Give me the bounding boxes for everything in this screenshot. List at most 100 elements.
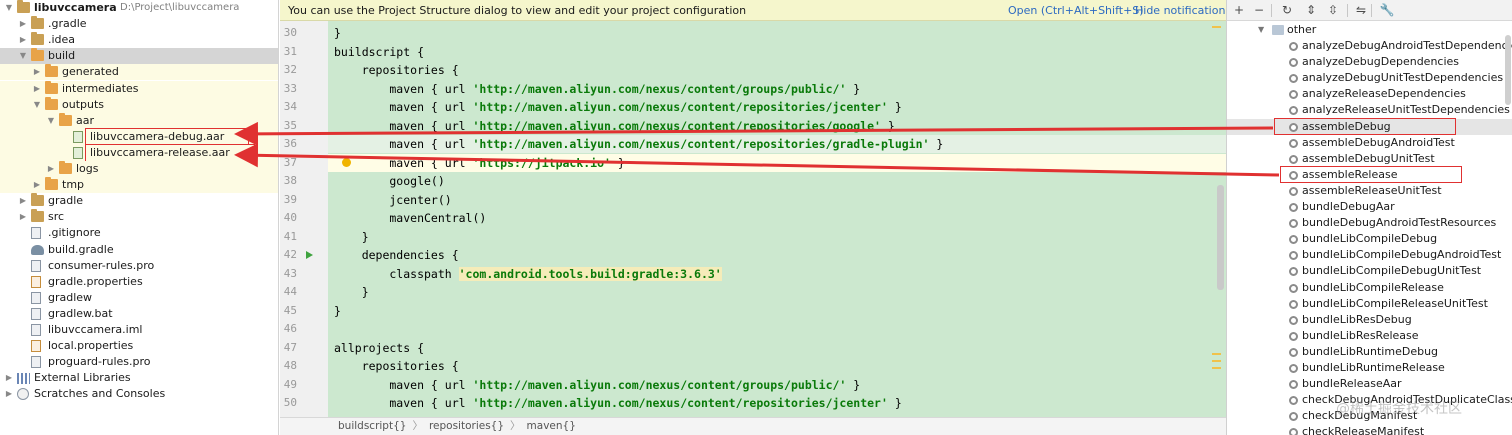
chevron-right-icon[interactable]: ▶ [46,161,56,177]
gradle-task-bundleLibRuntimeDebug[interactable]: bundleLibRuntimeDebug [1227,344,1512,360]
gradle-task-bundleLibCompileDebug[interactable]: bundleLibCompileDebug [1227,231,1512,247]
chevron-down-icon[interactable]: ▼ [18,48,28,64]
collapse-all-icon[interactable]: ⇳ [1325,2,1341,18]
gradle-task-bundleDebugAar[interactable]: bundleDebugAar [1227,199,1512,215]
tree-item-outputs[interactable]: ▼ outputs [0,96,278,113]
gradle-task-bundleLibCompileDebugAndroidTest[interactable]: bundleLibCompileDebugAndroidTest [1227,247,1512,263]
tree-item-external-libraries[interactable]: ▶ External Libraries [0,370,278,386]
tree-item-aar[interactable]: ▼ aar [0,112,278,129]
tree-item-gradlew-bat[interactable]: gradlew.bat [0,306,278,322]
chevron-right-icon[interactable]: ▶ [18,16,28,32]
code-line[interactable]: jcenter() [328,191,1226,209]
gradle-task-bundleLibRuntimeRelease[interactable]: bundleLibRuntimeRelease [1227,360,1512,376]
chevron-right-icon[interactable]: ▶ [18,193,28,209]
chevron-right-icon[interactable]: ▶ [32,81,42,97]
gradle-task-assembleReleaseUnitTest[interactable]: assembleReleaseUnitTest [1227,183,1512,199]
remove-icon[interactable]: − [1251,2,1267,18]
code-line[interactable]: classpath 'com.android.tools.build:gradl… [328,265,1226,283]
refresh-icon[interactable]: ↻ [1279,2,1295,18]
chevron-right-icon[interactable]: ▶ [18,209,28,225]
code-line[interactable]: } [328,228,1226,246]
code-line[interactable]: buildscript { [328,43,1226,61]
open-project-structure-link[interactable]: Open (Ctrl+Alt+Shift+S) [1008,0,1144,21]
chevron-right-icon[interactable]: ▶ [4,386,14,402]
tree-item-idea[interactable]: ▶ .idea [0,32,278,48]
error-stripe-marker[interactable] [1212,353,1221,355]
chevron-down-icon[interactable]: ▼ [46,113,56,129]
tree-item-logs[interactable]: ▶ logs [0,161,278,177]
code-line[interactable]: dependencies { [328,246,1226,264]
code-line[interactable]: maven { url 'http://maven.aliyun.com/nex… [328,80,1226,98]
tree-item-tmp[interactable]: ▶ tmp [0,177,278,194]
editor-scrollbar[interactable] [1217,185,1224,290]
gradle-task-bundleLibResDebug[interactable]: bundleLibResDebug [1227,312,1512,328]
add-icon[interactable]: + [1231,2,1247,18]
hide-notification-link[interactable]: Hide notification [1135,0,1225,21]
breadcrumb-item[interactable]: maven{} [527,418,576,435]
tree-item-build[interactable]: ▼ build [0,48,278,65]
gradle-task-analyzeReleaseDependencies[interactable]: analyzeReleaseDependencies [1227,86,1512,102]
chevron-right-icon[interactable]: ▶ [32,64,42,80]
chevron-down-icon[interactable]: ▼ [4,0,14,16]
tree-item-libuvccamera-debug-aar[interactable]: libuvccamera-debug.aar [0,127,278,146]
lightbulb-icon[interactable] [342,157,351,167]
tree-item-build-gradle[interactable]: build.gradle [0,242,278,258]
chevron-right-icon[interactable]: ▶ [4,370,14,386]
gradle-task-assembleDebug[interactable]: assembleDebug [1227,117,1512,135]
tree-item-gradlew[interactable]: gradlew [0,290,278,306]
editor-gutter[interactable]: 30 31 32 33 34 35 36 37 38 39 40 41 42 43 44 45 46 47 48 49… [280,21,328,417]
gradle-task-assembleRelease[interactable]: assembleRelease [1227,165,1512,183]
gradle-task-analyzeDebugUnitTestDependencies[interactable]: analyzeDebugUnitTestDependencies [1227,70,1512,86]
tree-item-intermediates[interactable]: ▶ intermediates [0,80,278,97]
gradle-task-bundleDebugAndroidTestResources[interactable]: bundleDebugAndroidTestResources [1227,215,1512,231]
error-stripe-marker[interactable] [1212,360,1221,362]
tree-item-libuvccamera[interactable]: ▼ libuvccamera D:\Project\libuvccamera [0,0,278,16]
tree-item-gradle[interactable]: ▶ .gradle [0,16,278,32]
gradle-task-bundleLibCompileReleaseUnitTest[interactable]: bundleLibCompileReleaseUnitTest [1227,296,1512,312]
chevron-down-icon[interactable]: ▼ [32,97,42,113]
tree-item-gitignore[interactable]: .gitignore [0,225,278,241]
gradle-task-bundleReleaseAar[interactable]: bundleReleaseAar [1227,376,1512,392]
tree-item-gradle[interactable]: ▶ gradle [0,193,278,209]
chevron-right-icon[interactable]: ▶ [18,32,28,48]
run-gutter-icon[interactable] [306,251,313,259]
code-line[interactable]: maven { url 'http://maven.aliyun.com/nex… [328,98,1226,116]
code-line[interactable]: repositories { [328,61,1226,79]
tree-item-consumer-rules-pro[interactable]: consumer-rules.pro [0,258,278,274]
tree-item-proguard-rules-pro[interactable]: proguard-rules.pro [0,354,278,370]
code-line[interactable]: maven { url 'http://maven.aliyun.com/nex… [328,394,1226,412]
gradle-task-bundleLibCompileRelease[interactable]: bundleLibCompileRelease [1227,280,1512,296]
gradle-scrollbar[interactable] [1505,35,1511,105]
gradle-group-other[interactable]: ▼ other [1227,22,1512,38]
breadcrumb-item[interactable]: buildscript{} [338,418,406,435]
tree-item-libuvccamera-iml[interactable]: libuvccamera.iml [0,322,278,338]
code-line[interactable]: mavenCentral() [328,209,1226,227]
code-line[interactable]: google() [328,172,1226,190]
gradle-task-bundleLibResRelease[interactable]: bundleLibResRelease [1227,328,1512,344]
chevron-right-icon[interactable]: ▶ [32,177,42,193]
code-area[interactable]: } buildscript { repositories { maven { ur… [328,21,1226,417]
code-line[interactable]: } [328,283,1226,301]
code-line[interactable]: maven { url 'http://maven.aliyun.com/nex… [328,135,1226,153]
tree-item-libuvccamera-release-aar[interactable]: libuvccamera-release.aar [0,143,278,162]
tree-item-gradle-properties[interactable]: gradle.properties [0,274,278,290]
code-line[interactable]: maven { url 'http://maven.aliyun.com/nex… [328,117,1226,135]
code-line[interactable]: maven { url 'https://jitpack.io' } [328,153,1226,172]
code-line[interactable] [328,320,1226,338]
gradle-task-analyzeReleaseUnitTestDependencies[interactable]: analyzeReleaseUnitTestDependencies [1227,102,1512,118]
chevron-down-icon[interactable]: ▼ [1258,22,1264,38]
breadcrumb-item[interactable]: repositories{} [429,418,504,435]
gradle-task-analyzeDebugAndroidTestDependencies[interactable]: analyzeDebugAndroidTestDependencies [1227,38,1512,54]
error-stripe-marker[interactable] [1212,367,1221,369]
code-line[interactable]: } [328,24,1226,42]
error-stripe-marker[interactable] [1212,26,1221,28]
wrench-icon[interactable]: 🔧 [1379,2,1395,18]
expand-all-icon[interactable]: ⇕ [1303,2,1319,18]
code-editor[interactable]: You can use the Project Structure dialog… [280,0,1226,435]
code-line[interactable]: maven { url 'http://maven.aliyun.com/nex… [328,376,1226,394]
toggle-offline-icon[interactable]: ⇋ [1353,2,1369,18]
gradle-task-assembleDebugUnitTest[interactable]: assembleDebugUnitTest [1227,151,1512,167]
code-line[interactable]: } [328,302,1226,320]
tree-item-generated[interactable]: ▶ generated [0,64,278,81]
gradle-task-assembleDebugAndroidTest[interactable]: assembleDebugAndroidTest [1227,135,1512,151]
